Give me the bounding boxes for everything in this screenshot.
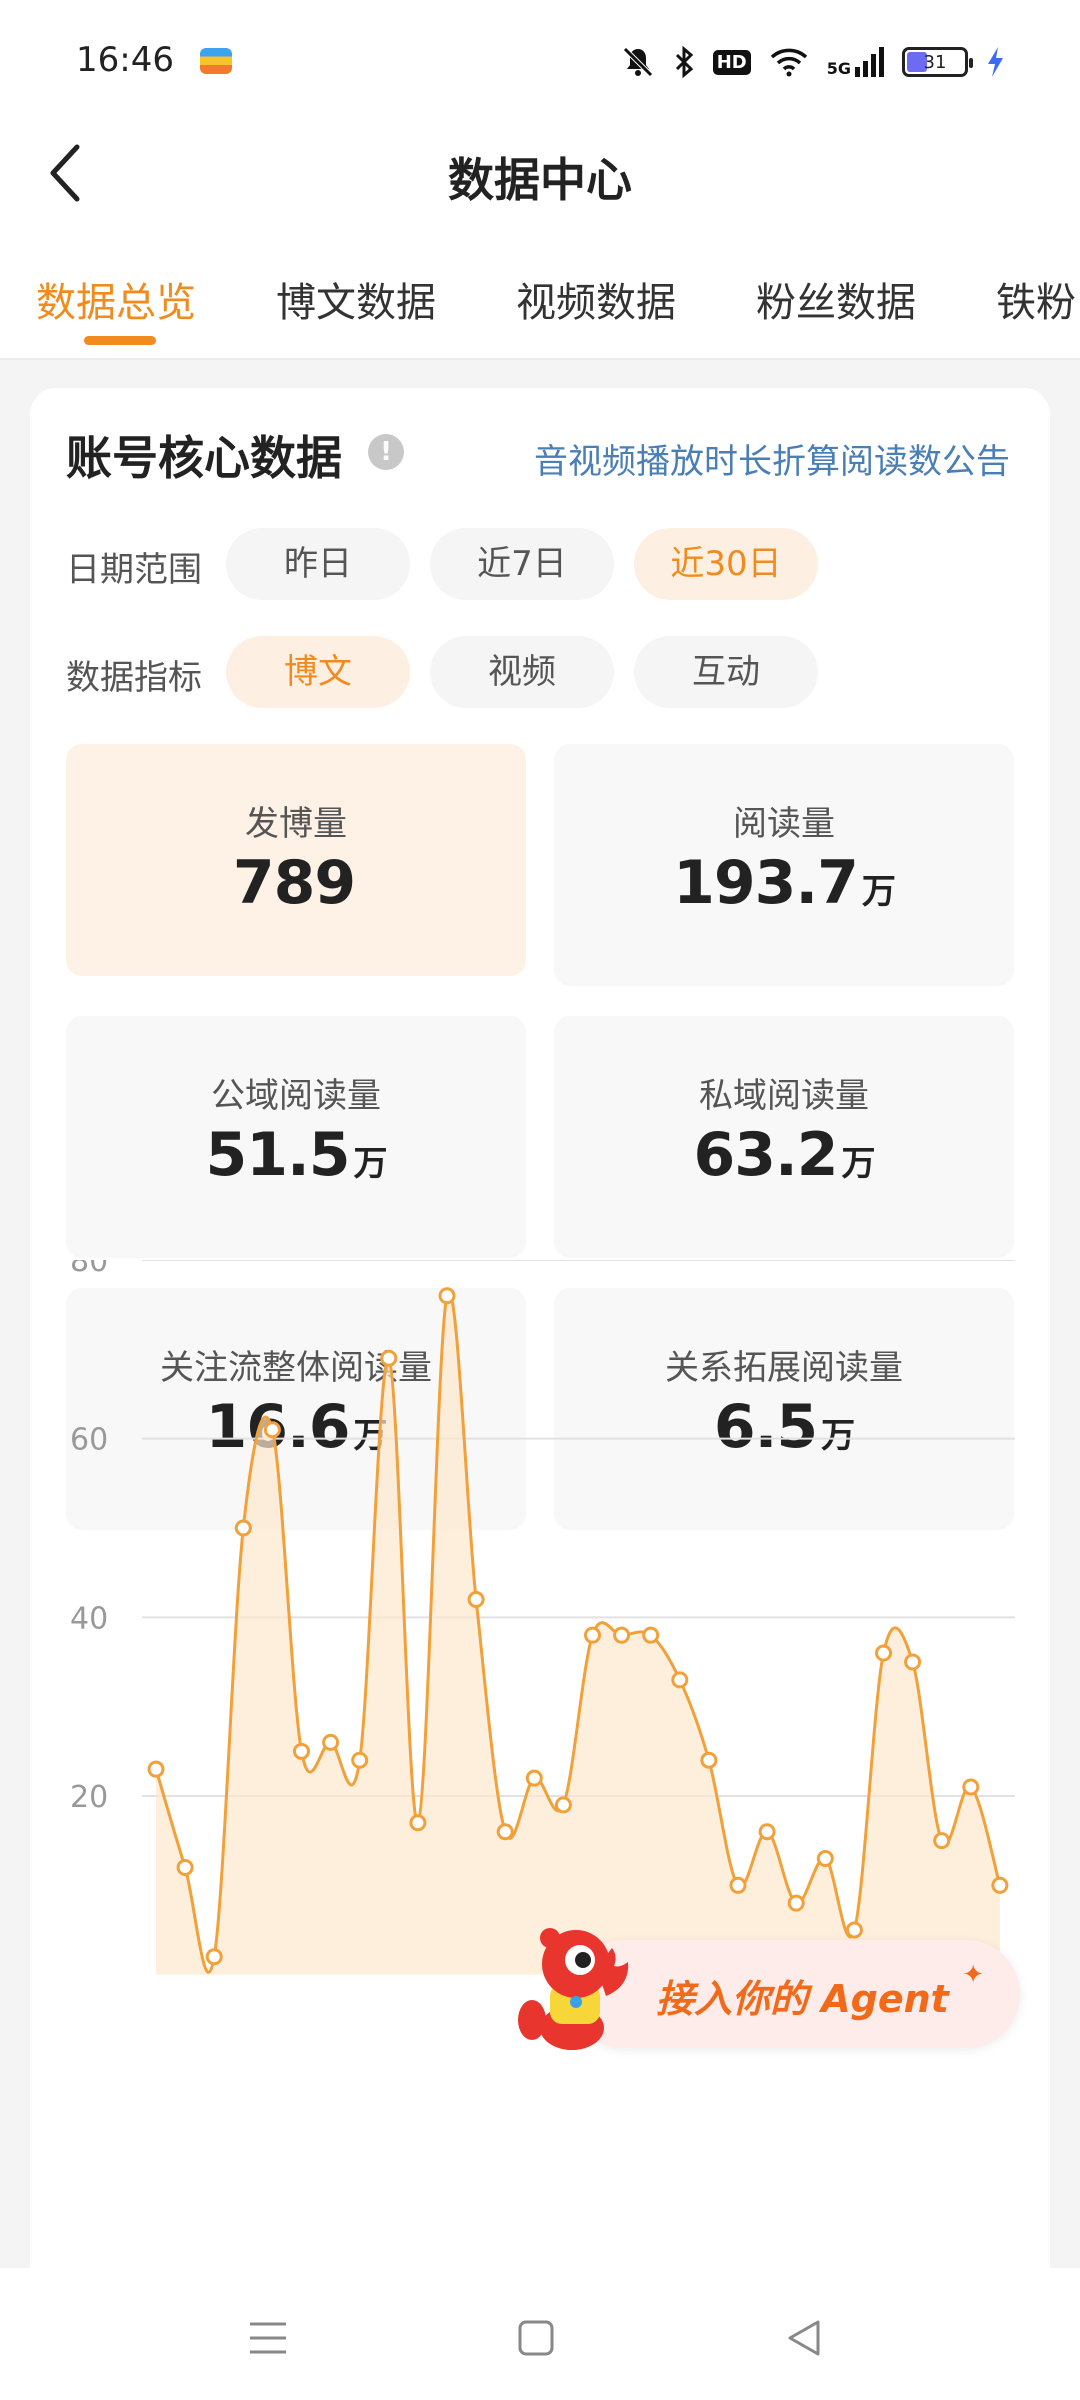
- metric-label: 发博量: [245, 804, 347, 844]
- data-point[interactable]: [496, 1823, 514, 1841]
- metric-chip-interaction[interactable]: 互动: [634, 636, 818, 708]
- tab-iron-fans[interactable]: 铁粉: [996, 270, 1076, 328]
- mascot-icon[interactable]: [510, 1910, 660, 2060]
- bluetooth-icon: [675, 45, 693, 79]
- date-chip-30days[interactable]: 近30日: [634, 528, 818, 600]
- data-point[interactable]: [322, 1733, 340, 1751]
- data-point[interactable]: [584, 1626, 601, 1644]
- page-title: 数据中心: [448, 153, 632, 207]
- metric-value: 789: [232, 848, 356, 918]
- data-point[interactable]: [962, 1778, 980, 1796]
- charging-icon: [988, 47, 1003, 77]
- metric-value: 51.5 万: [205, 1120, 387, 1190]
- metric-type-label: 数据指标: [66, 658, 202, 698]
- status-time: 16:46: [76, 40, 174, 80]
- metric-tile-private-reads[interactable]: 私域阅读量 63.2 万: [554, 1016, 1014, 1258]
- data-point[interactable]: [147, 1760, 165, 1778]
- status-bar: 16:46 HD 5G 31: [0, 0, 1080, 120]
- data-point[interactable]: [787, 1894, 805, 1912]
- series-area: [156, 1292, 1000, 1975]
- metric-tile-post-count[interactable]: 发博量 789: [66, 744, 526, 976]
- metric-chip-posts[interactable]: 博文: [226, 636, 410, 708]
- data-point[interactable]: [351, 1751, 369, 1769]
- data-point[interactable]: [845, 1921, 863, 1939]
- info-icon[interactable]: !: [368, 434, 404, 470]
- battery-level: 31: [923, 51, 947, 73]
- metric-value: 193.7 万: [673, 848, 896, 918]
- menu-icon: [250, 2322, 286, 2354]
- data-point[interactable]: [671, 1671, 689, 1689]
- metric-tile-public-reads[interactable]: 公域阅读量 51.5 万: [66, 1016, 526, 1258]
- data-point[interactable]: [700, 1751, 718, 1769]
- data-point[interactable]: [438, 1287, 456, 1305]
- data-point[interactable]: [991, 1876, 1009, 1894]
- data-point[interactable]: [613, 1626, 631, 1644]
- date-chip-7days[interactable]: 近7日: [430, 528, 614, 600]
- tab-bar: 数据总览 博文数据 视频数据 粉丝数据 铁粉: [0, 230, 1080, 360]
- metric-tile-reads[interactable]: 阅读量 193.7 万: [554, 744, 1014, 986]
- status-icons: HD 5G 31: [621, 38, 1004, 86]
- home-square-icon: [518, 2320, 554, 2356]
- chart-svg: 80 60 40 20: [70, 1260, 1015, 1975]
- data-point[interactable]: [525, 1769, 543, 1787]
- tab-indicator: [84, 336, 156, 345]
- back-nav-button[interactable]: [774, 2308, 834, 2368]
- data-point[interactable]: [467, 1590, 485, 1608]
- battery-icon: 31: [902, 47, 973, 77]
- hd-icon: HD: [712, 49, 751, 75]
- data-point[interactable]: [875, 1644, 892, 1662]
- data-point[interactable]: [642, 1626, 660, 1644]
- data-point[interactable]: [933, 1832, 951, 1850]
- tab-overview[interactable]: 数据总览: [36, 270, 196, 328]
- app-notification-icon: [200, 48, 232, 74]
- tab-posts[interactable]: 博文数据: [276, 270, 436, 328]
- metric-chip-videos[interactable]: 视频: [430, 636, 614, 708]
- back-triangle-icon: [788, 2320, 820, 2356]
- y-tick-label: 80: [70, 1260, 108, 1279]
- metric-label: 阅读量: [733, 804, 835, 844]
- mute-bell-icon: [622, 47, 653, 77]
- date-range-label: 日期范围: [66, 550, 202, 590]
- date-chip-yesterday[interactable]: 昨日: [226, 528, 410, 600]
- metric-label: 私域阅读量: [699, 1076, 869, 1116]
- y-tick-label: 20: [70, 1780, 108, 1815]
- metric-value: 63.2 万: [693, 1120, 875, 1190]
- signal-icon: 5G: [827, 47, 884, 77]
- data-point[interactable]: [263, 1421, 281, 1439]
- data-point[interactable]: [234, 1519, 252, 1537]
- data-point[interactable]: [380, 1349, 398, 1367]
- y-tick-label: 40: [70, 1601, 108, 1636]
- data-point[interactable]: [758, 1823, 776, 1841]
- data-point[interactable]: [904, 1653, 922, 1671]
- sparkle-icon: ✦: [962, 1960, 984, 1990]
- data-point[interactable]: [205, 1948, 223, 1966]
- notice-link[interactable]: 音视频播放时长折算阅读数公告: [534, 434, 1010, 483]
- header: 数据中心: [0, 120, 1080, 230]
- data-point[interactable]: [409, 1814, 427, 1832]
- tab-fans[interactable]: 粉丝数据: [756, 270, 916, 328]
- data-point[interactable]: [554, 1796, 572, 1814]
- wifi-icon: [770, 48, 807, 77]
- data-point[interactable]: [729, 1876, 747, 1894]
- y-tick-label: 60: [70, 1423, 108, 1458]
- agent-badge-text: 接入你的 Agent: [656, 1977, 949, 2021]
- menu-button[interactable]: [238, 2308, 298, 2368]
- network-type: 5G: [826, 59, 851, 78]
- card-title: 账号核心数据: [66, 431, 342, 485]
- metric-label: 公域阅读量: [211, 1076, 381, 1116]
- data-point[interactable]: [816, 1850, 834, 1868]
- tab-videos[interactable]: 视频数据: [516, 270, 676, 328]
- data-point[interactable]: [293, 1742, 310, 1760]
- system-nav-bar: [0, 2268, 1080, 2400]
- home-button[interactable]: [506, 2308, 566, 2368]
- data-point[interactable]: [176, 1858, 194, 1876]
- post-count-chart: 80 60 40 20: [0, 1260, 1080, 2270]
